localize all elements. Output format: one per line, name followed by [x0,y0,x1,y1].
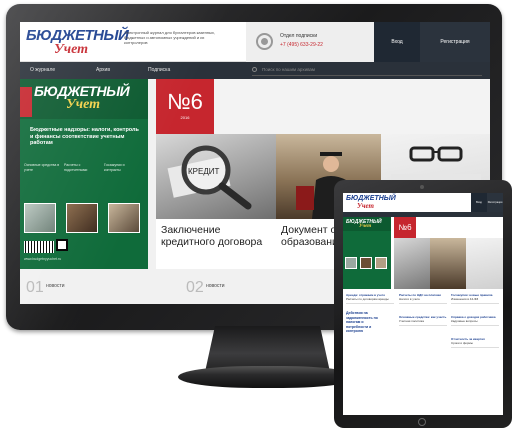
camera-icon [420,185,424,189]
list-item[interactable]: Отчетность за квартал Сроки и формы [451,337,499,348]
list-item[interactable]: Аренда: отражаем в учете Расчеты по догов… [346,293,394,304]
main-nav: О журнале Архив Подписка Поиск по нашим … [20,62,490,79]
search-placeholder: Поиск по нашим архивам [262,67,316,72]
tablet-feature-text[interactable]: Действия на задолженность по налогам и п… [346,311,384,334]
tablet-device: БЮДЖЕТНЫЙ Учет Вход Регистрация БЮДЖЕТНЫ… [334,180,512,428]
tablet-screen: БЮДЖЕТНЫЙ Учет Вход Регистрация БЮДЖЕТНЫ… [343,193,503,415]
hero-background [214,79,490,134]
site-header: БЮДЖЕТНЫЙ Учет Электронный журнал для бу… [20,22,490,62]
tablet-cover-header: БЮДЖЕТНЫЙ Учет [343,217,391,231]
phone-icon [256,33,273,50]
section-number: 01 [26,279,44,296]
magazine-cover[interactable]: БЮДЖЕТНЫЙ Учет Бюджетные надзоры: налоги… [20,79,148,269]
cover-photo-3 [108,203,140,233]
nav-item-subscribe[interactable]: Подписка [148,67,170,73]
monitor-stand-base [178,366,358,388]
magnifier-icon: КРЕДИТ [167,145,252,210]
cover-headline: Бюджетные надзоры: налоги, контроль и фи… [30,127,139,146]
card-image-credit: КРЕДИТ [156,134,276,219]
device-mockup-scene: БЮДЖЕТНЫЙ Учет Электронный журнал для бу… [0,0,515,432]
nav-item-archive[interactable]: Архив [96,67,110,73]
tablet-login-button[interactable]: Вход [471,193,487,212]
issue-badge[interactable]: №6 2016 [156,79,214,134]
cover-footer: www.budgetnyyuchet.ru [24,257,62,261]
qr-code [56,239,68,251]
search-input[interactable]: Поиск по нашим архивам [252,65,482,76]
tablet-logo-top[interactable]: БЮДЖЕТНЫЙ [346,195,396,202]
tablet-cover-photo [345,257,357,269]
tablet-card-image[interactable] [430,238,466,289]
register-button[interactable]: Регистрация [420,22,490,62]
cover-sub-2: Расчеты с подотчетными [64,163,88,172]
issue-number: №6 [167,89,203,114]
logo-bottom-text: Учет [54,42,89,57]
cover-sub-1: Основные средства в учете [24,163,60,172]
cover-photo-2 [66,203,98,233]
cover-subheadlines: Основные средства в учете Расчеты с подо… [24,159,144,199]
tablet-card-image[interactable] [466,238,503,289]
cover-photo-1 [24,203,56,233]
tablet-cover-photo [375,257,387,269]
cover-red-strip [20,87,32,117]
subscription-title: Отдел подписки [280,33,318,39]
search-icon [252,67,257,72]
tablet-issue-badge[interactable]: №6 [394,217,416,238]
tablet-header: БЮДЖЕТНЫЙ Учет Вход Регистрация [343,193,503,212]
nav-item-about[interactable]: О журнале [30,67,55,73]
news-card[interactable]: КРЕДИТ Заключение кредитного договора [156,134,276,269]
issue-year: 2016 [180,115,190,120]
section-label[interactable]: новости [206,283,225,289]
credit-text: КРЕДИТ [188,167,220,176]
cover-header: БЮДЖЕТНЫЙ Учет [20,79,148,119]
cover-sub-3: Госзакупки и контракты [104,163,125,172]
section-label[interactable]: новости [46,283,65,289]
news-card-title: Заключение кредитного договора [161,224,263,248]
barcode [24,241,54,253]
site-logo[interactable]: БЮДЖЕТНЫЙ Учет [26,28,129,58]
home-button[interactable] [418,418,426,426]
list-item[interactable]: Справка о доходах работника Кадровые вопр… [451,315,499,326]
tablet-magazine-cover[interactable]: БЮДЖЕТНЫЙ Учет [343,217,391,289]
tablet-cover-photo [360,257,372,269]
login-button[interactable]: Вход [374,22,420,62]
tablet-news-list: Аренда: отражаем в учете Расчеты по догов… [343,291,503,415]
list-item[interactable]: Основные средства: как учесть Учетная пол… [399,315,447,326]
tablet-register-button[interactable]: Регистрация [487,193,503,212]
site-tagline: Электронный журнал для бухгалтеров казен… [124,30,216,45]
subscription-block[interactable]: Отдел подписки +7 (495) 633-29-22 [246,22,374,62]
section-number: 02 [186,279,204,296]
tablet-logo-bottom: Учет [357,202,375,210]
cover-title-script: Учет [66,97,101,112]
subscription-phone[interactable]: +7 (495) 633-29-22 [280,42,323,48]
tablet-card-image[interactable] [394,238,430,289]
list-item[interactable]: Госзакупки: новые правила Изменения в 44-… [451,293,499,304]
list-item[interactable]: Расчеты по НДС на платежи Налоги в учете [399,293,447,304]
tablet-cover-script: Учет [359,224,372,229]
